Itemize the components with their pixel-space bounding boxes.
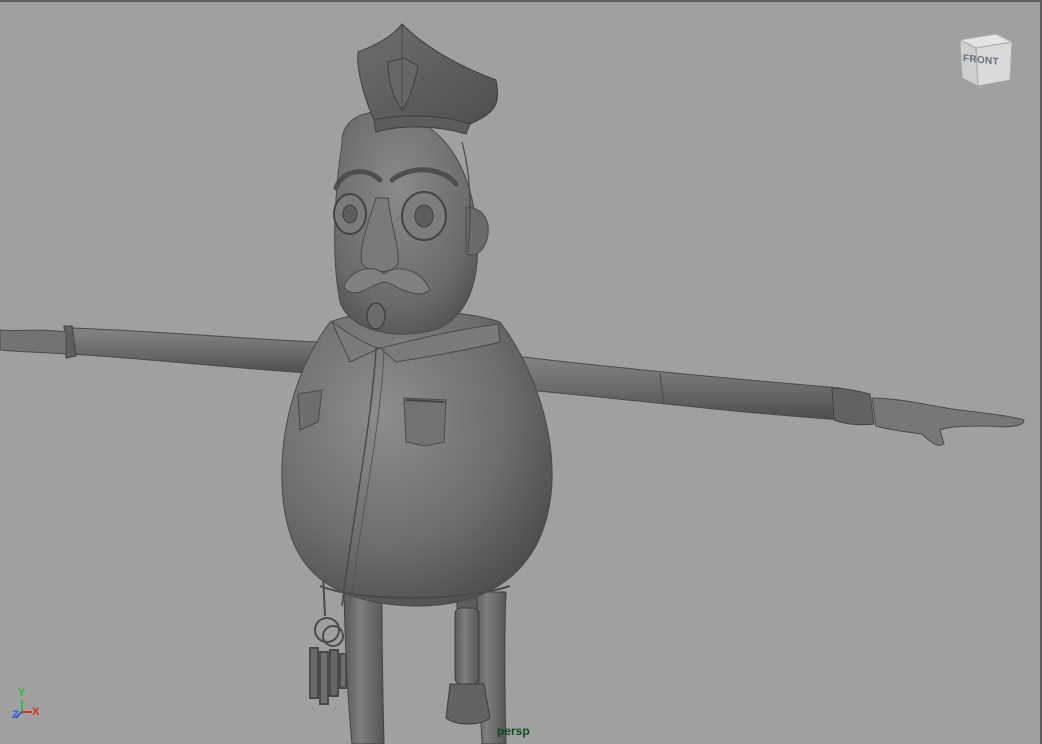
left-leg	[343, 591, 385, 744]
right-arm	[497, 353, 1025, 446]
torso	[281, 310, 553, 607]
head	[333, 111, 489, 335]
axis-y-label: Y	[18, 687, 26, 699]
axis-x-label: X	[32, 706, 40, 718]
key-ring-prop	[309, 573, 347, 705]
axis-gizmo: Y Z X	[8, 688, 48, 724]
left-arm	[0, 325, 323, 375]
maya-perspective-viewport[interactable]: FRONT Y Z X persp	[0, 0, 1042, 744]
camera-name-label: persp	[497, 724, 530, 738]
police-cap	[357, 23, 499, 135]
axis-z-label: Z	[12, 709, 19, 721]
character-model[interactable]	[0, 2, 1040, 744]
